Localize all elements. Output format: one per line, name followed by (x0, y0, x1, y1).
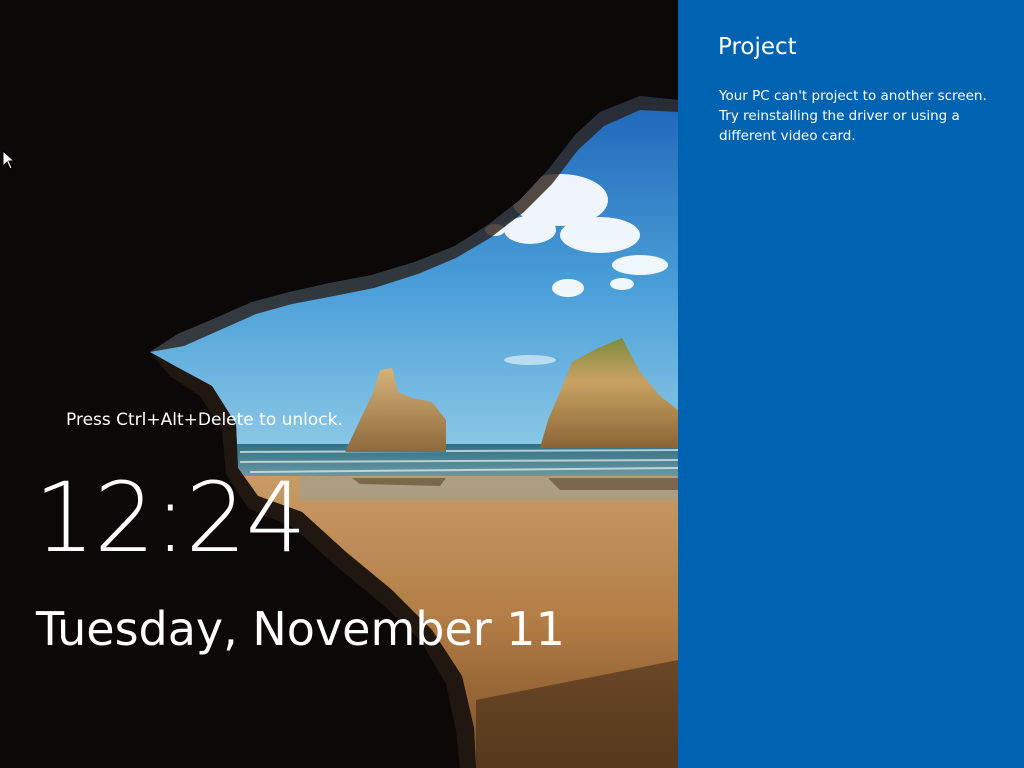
mouse-pointer-icon (2, 150, 16, 170)
lock-screen[interactable]: Press Ctrl+Alt+Delete to unlock. 12:24 T… (0, 0, 678, 768)
project-flyout: Project Your PC can't project to another… (678, 0, 1024, 768)
clock-time: 12:24 (34, 462, 307, 574)
project-title: Project (718, 34, 797, 60)
unlock-instruction: Press Ctrl+Alt+Delete to unlock. (66, 410, 343, 430)
project-error-message: Your PC can't project to another screen.… (719, 88, 987, 144)
clock-date: Tuesday, November 11 (36, 602, 565, 656)
